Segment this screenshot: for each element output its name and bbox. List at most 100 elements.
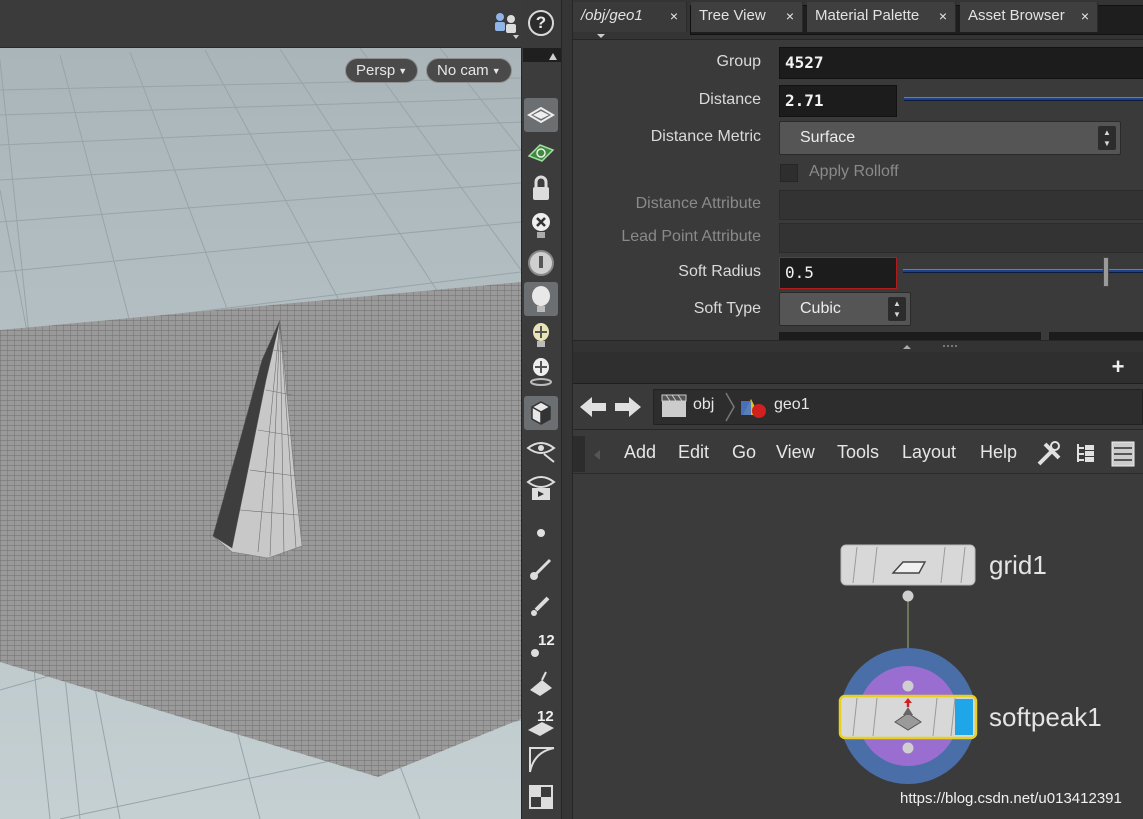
paint-icon[interactable] (524, 666, 558, 700)
camera-mode-label: Persp (356, 62, 396, 79)
distance-field[interactable]: 2.71 (779, 85, 897, 117)
tools-wrench-icon[interactable] (1035, 440, 1065, 468)
breadcrumb-separator-icon (725, 392, 735, 422)
soft-radius-field[interactable]: 0.5 (779, 257, 897, 289)
node-softpeak1[interactable] (838, 694, 978, 740)
camera-name-label: No cam (437, 62, 489, 79)
light-link-icon[interactable] (524, 354, 558, 388)
menu-view[interactable]: View (776, 442, 815, 463)
primitive-numbers-icon[interactable]: 12 (524, 704, 558, 738)
distance-attribute-label: Distance Attribute (635, 195, 761, 212)
help-button[interactable]: ? (528, 10, 554, 36)
apply-rolloff-checkbox[interactable] (780, 164, 798, 182)
prim-number-text: 12 (537, 708, 554, 725)
houdini-window: Persp ▼ No cam ▼ ? 12 12 Group 4527 Dist… (0, 0, 1143, 819)
soft-type-value: Cubic (800, 300, 841, 317)
distance-metric-label: Distance Metric (650, 128, 761, 145)
camera-select-button[interactable]: No cam ▼ (426, 58, 512, 83)
soft-radius-label: Soft Radius (678, 263, 761, 280)
display-options-icon[interactable] (524, 246, 558, 280)
visibility-icon[interactable] (524, 434, 558, 468)
network-toolbar-handle[interactable] (573, 436, 585, 472)
apply-rolloff-label: Apply Rolloff (809, 163, 899, 180)
snapping-icon[interactable] (524, 136, 558, 170)
pane-tab-bar (573, 352, 1143, 384)
tab-tree-view[interactable]: Tree View × (691, 2, 803, 32)
chevron-down-icon: ▼ (398, 65, 408, 76)
viewport-toolstrip: 12 12 (521, 48, 561, 819)
hide-icon[interactable] (524, 208, 558, 242)
toolstrip-scroll-up[interactable] (523, 48, 561, 62)
breadcrumb-obj[interactable]: obj (693, 396, 714, 414)
close-icon[interactable]: × (1081, 2, 1089, 30)
node-input-connector[interactable] (902, 680, 914, 692)
point-number-text: 12 (538, 632, 555, 649)
point-icon[interactable] (524, 516, 558, 550)
tab-label: Material Palette (815, 7, 920, 24)
point-numbers-icon[interactable]: 12 (524, 628, 558, 662)
menu-add[interactable]: Add (624, 442, 656, 463)
add-tab-button[interactable]: + (1103, 354, 1133, 382)
menu-tools[interactable]: Tools (837, 442, 879, 463)
viewport-scene[interactable] (0, 48, 521, 819)
close-icon[interactable]: × (939, 2, 947, 30)
tab-label: /obj/geo1 (581, 7, 643, 24)
node-output-connector[interactable] (902, 590, 914, 602)
shaded-cube-icon[interactable] (524, 396, 558, 430)
display-people-icon[interactable] (492, 10, 522, 40)
distance-metric-menu[interactable]: Surface ▲ ▼ (779, 121, 1121, 155)
tree-list-icon[interactable] (1074, 440, 1098, 468)
geo-context-icon (741, 399, 766, 418)
menu-layout[interactable]: Layout (902, 442, 956, 463)
node-graph (838, 544, 978, 784)
distance-slider[interactable] (904, 97, 1143, 101)
lead-point-attribute-label: Lead Point Attribute (621, 228, 761, 245)
parameter-pane: Soft Peak softpeak1 Group 4527 Distance … (573, 0, 1143, 350)
forward-arrow-icon[interactable] (613, 394, 643, 420)
chevron-down-icon: ▼ (491, 65, 501, 76)
menu-spinner-icon: ▲ ▼ (1098, 126, 1116, 150)
scene-viewport[interactable]: Persp ▼ No cam ▼ (0, 0, 521, 819)
node-grid1[interactable] (840, 544, 976, 586)
breadcrumb-geo1[interactable]: geo1 (774, 396, 810, 414)
list-view-icon[interactable] (1110, 440, 1136, 468)
soft-radius-slider-handle[interactable] (1103, 257, 1109, 287)
close-icon[interactable]: × (670, 2, 678, 30)
menu-help[interactable]: Help (980, 442, 1017, 463)
tab-label: Tree View (699, 7, 766, 24)
add-light-icon[interactable] (524, 318, 558, 352)
menu-spinner-icon: ▲ ▼ (888, 297, 906, 321)
distance-attribute-field[interactable] (779, 190, 1143, 220)
horizontal-splitter[interactable] (573, 340, 1143, 352)
soft-type-menu[interactable]: Cubic ▲ ▼ (779, 292, 911, 326)
render-view-icon[interactable] (524, 470, 558, 504)
network-editor[interactable]: grid1 softpeak1 (573, 474, 1143, 819)
group-field[interactable]: 4527 (779, 47, 1143, 79)
distance-metric-value: Surface (800, 129, 856, 146)
node-output-connector[interactable] (902, 742, 914, 754)
select-mode-icon[interactable] (524, 98, 558, 132)
lead-point-attribute-field[interactable] (779, 223, 1143, 253)
close-icon[interactable]: × (786, 2, 794, 30)
tab-material-palette[interactable]: Material Palette × (807, 2, 956, 32)
tab-label: Asset Browser (968, 7, 1065, 24)
curve-brush-icon[interactable] (524, 552, 558, 586)
camera-mode-button[interactable]: Persp ▼ (345, 58, 419, 83)
lock-icon[interactable] (524, 172, 558, 206)
menu-edit[interactable]: Edit (678, 442, 709, 463)
viewport-toolbar (0, 0, 521, 48)
edge-icon[interactable] (524, 742, 558, 776)
obj-context-icon (661, 394, 687, 417)
menu-arrow-icon[interactable] (594, 450, 608, 460)
node-label-softpeak1: softpeak1 (989, 702, 1102, 732)
grid-snap-icon[interactable] (524, 780, 558, 814)
soft-type-label: Soft Type (693, 300, 761, 317)
pen-icon[interactable] (524, 588, 558, 622)
pane-splitter[interactable] (561, 0, 573, 819)
lightbulb-icon[interactable] (524, 282, 558, 316)
back-arrow-icon[interactable] (578, 394, 608, 420)
tab-asset-browser[interactable]: Asset Browser × (960, 2, 1098, 32)
tab-network-editor[interactable]: /obj/geo1 × (573, 2, 687, 32)
watermark-text: https://blog.csdn.net/u013412391 (900, 790, 1122, 807)
menu-go[interactable]: Go (732, 442, 756, 463)
